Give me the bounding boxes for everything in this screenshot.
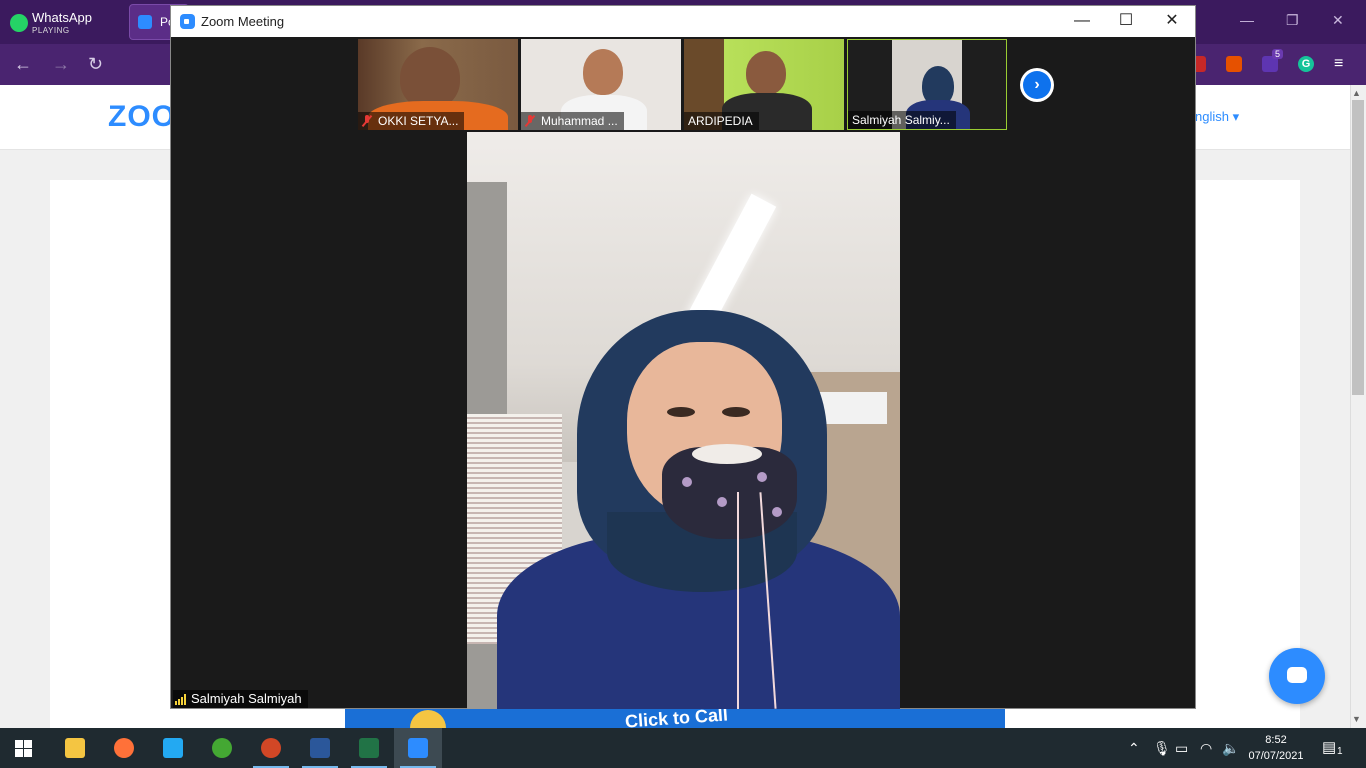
- browser-window-controls: — ❐ ✕: [1226, 0, 1366, 44]
- taskbar-powerpoint[interactable]: [247, 728, 295, 768]
- participant-name-bar: ARDIPEDIA: [684, 112, 759, 130]
- mic-muted-icon: [362, 115, 372, 127]
- back-icon[interactable]: ←: [14, 54, 32, 75]
- folder-icon: [65, 738, 85, 758]
- battery-icon[interactable]: ▭: [1175, 740, 1188, 757]
- taskbar-zoom[interactable]: [394, 728, 442, 768]
- close-button[interactable]: ✕: [1149, 6, 1195, 37]
- word-icon: [310, 738, 330, 758]
- taskbar-vscode[interactable]: [149, 728, 197, 768]
- tab-whatsapp-title: WhatsApp: [32, 10, 92, 25]
- participant-name: Salmiyah Salmiy...: [852, 113, 950, 127]
- notification-center-icon[interactable]: ▤ 1: [1322, 738, 1344, 758]
- mic-muted-icon: [525, 115, 535, 127]
- chat-icon: [1287, 667, 1307, 683]
- microphone-icon[interactable]: 🎙: [1153, 740, 1171, 757]
- banner-avatar: [410, 710, 446, 728]
- participant-thumbnail[interactable]: ARDIPEDIA: [684, 39, 844, 130]
- whatsapp-icon: [10, 14, 28, 32]
- taskbar-file-explorer[interactable]: [51, 728, 99, 768]
- participant-head: [583, 49, 623, 95]
- taskbar-excel[interactable]: [345, 728, 393, 768]
- participant-head: [746, 51, 786, 95]
- windows-start-icon[interactable]: [15, 740, 32, 757]
- vscode-icon: [163, 738, 183, 758]
- active-speaker-name: Salmiyah Salmiyah: [191, 691, 302, 706]
- notification-icon: ▤: [1322, 739, 1337, 756]
- reload-icon[interactable]: ↻: [88, 54, 103, 75]
- participant-name-bar: Salmiyah Salmiy...: [848, 111, 956, 129]
- browser-restore-icon[interactable]: ❐: [1286, 12, 1299, 29]
- powerpoint-icon: [261, 738, 281, 758]
- participant-thumbnail-active[interactable]: Salmiyah Salmiy...: [847, 39, 1007, 130]
- next-page-button[interactable]: ›: [1020, 68, 1054, 102]
- extension-badge: 5: [1272, 49, 1284, 59]
- taskbar-word[interactable]: [296, 728, 344, 768]
- taskbar-clock[interactable]: 8:52 07/07/2021: [1246, 732, 1306, 764]
- participant-name-bar: Muhammad ...: [521, 112, 624, 130]
- zoom-titlebar: Zoom Meeting — ☐ ✕: [171, 6, 1195, 37]
- taskbar-firefox[interactable]: [100, 728, 148, 768]
- notification-count: 1: [1336, 746, 1344, 757]
- speaker-mask-top: [692, 444, 762, 464]
- participant-name: Muhammad ...: [541, 114, 618, 128]
- page-scroll-thumb[interactable]: [1352, 100, 1364, 395]
- speaker-eye: [722, 407, 750, 417]
- grammarly-icon[interactable]: G: [1298, 56, 1314, 72]
- firefox-icon: [114, 738, 134, 758]
- zoom-icon: [408, 738, 428, 758]
- excel-icon: [359, 738, 379, 758]
- clock-date: 07/07/2021: [1248, 750, 1304, 762]
- browser-close-icon[interactable]: ✕: [1332, 12, 1344, 29]
- window-title: Zoom Meeting: [201, 14, 285, 29]
- banner-text: Click to Call: [624, 708, 729, 728]
- participant-name-bar: OKKI SETYA...: [358, 112, 465, 130]
- participant-name: ARDIPEDIA: [688, 114, 753, 128]
- volume-icon[interactable]: 🔈: [1222, 740, 1239, 757]
- signal-strength-icon: [175, 693, 186, 705]
- scroll-down-icon[interactable]: ▼: [1352, 714, 1361, 724]
- scroll-up-icon[interactable]: ▲: [1352, 88, 1361, 98]
- tab-whatsapp-status: PLAYING: [32, 26, 70, 35]
- participant-name: OKKI SETYA...: [378, 114, 459, 128]
- participant-thumbnail[interactable]: OKKI SETYA...: [358, 39, 518, 130]
- browser-minimize-icon[interactable]: —: [1240, 12, 1254, 28]
- extension-bars-icon[interactable]: [1226, 56, 1242, 72]
- zoom-meeting-window: Zoom Meeting — ☐ ✕ OKKI SETYA... Muhamma…: [170, 5, 1196, 709]
- zoom-favicon-icon: [138, 15, 152, 29]
- mask-pattern: [682, 477, 692, 487]
- mask-pattern: [717, 497, 727, 507]
- browser-menu-icon[interactable]: ≡: [1334, 55, 1343, 73]
- mask-pattern: [757, 472, 767, 482]
- tab-whatsapp[interactable]: WhatsApp PLAYING: [4, 6, 124, 40]
- taskbar-anaconda[interactable]: [198, 728, 246, 768]
- anaconda-icon: [212, 738, 232, 758]
- site-logo[interactable]: ZOO: [108, 100, 176, 134]
- speaker-eye: [667, 407, 695, 417]
- zoom-logo-icon: [180, 14, 195, 29]
- forward-icon[interactable]: →: [52, 54, 70, 75]
- language-selector[interactable]: nglish ▾: [1195, 109, 1239, 125]
- active-speaker-video[interactable]: [467, 132, 900, 709]
- active-speaker-label: Salmiyah Salmiyah: [173, 690, 308, 708]
- tray-chevron-up-icon[interactable]: ⌃: [1128, 740, 1140, 757]
- chevron-right-icon: ›: [1023, 71, 1051, 99]
- clock-time: 8:52: [1265, 734, 1287, 746]
- minimize-button[interactable]: —: [1059, 6, 1105, 37]
- mask-pattern: [772, 507, 782, 517]
- participant-thumbnail[interactable]: Muhammad ...: [521, 39, 681, 130]
- wifi-icon[interactable]: ◠: [1200, 740, 1212, 757]
- maximize-button[interactable]: ☐: [1103, 6, 1149, 37]
- participant-head: [400, 47, 460, 109]
- earphone-wire: [737, 492, 739, 709]
- click-to-call-banner[interactable]: Click to Call: [345, 708, 1005, 728]
- chat-support-button[interactable]: [1269, 648, 1325, 704]
